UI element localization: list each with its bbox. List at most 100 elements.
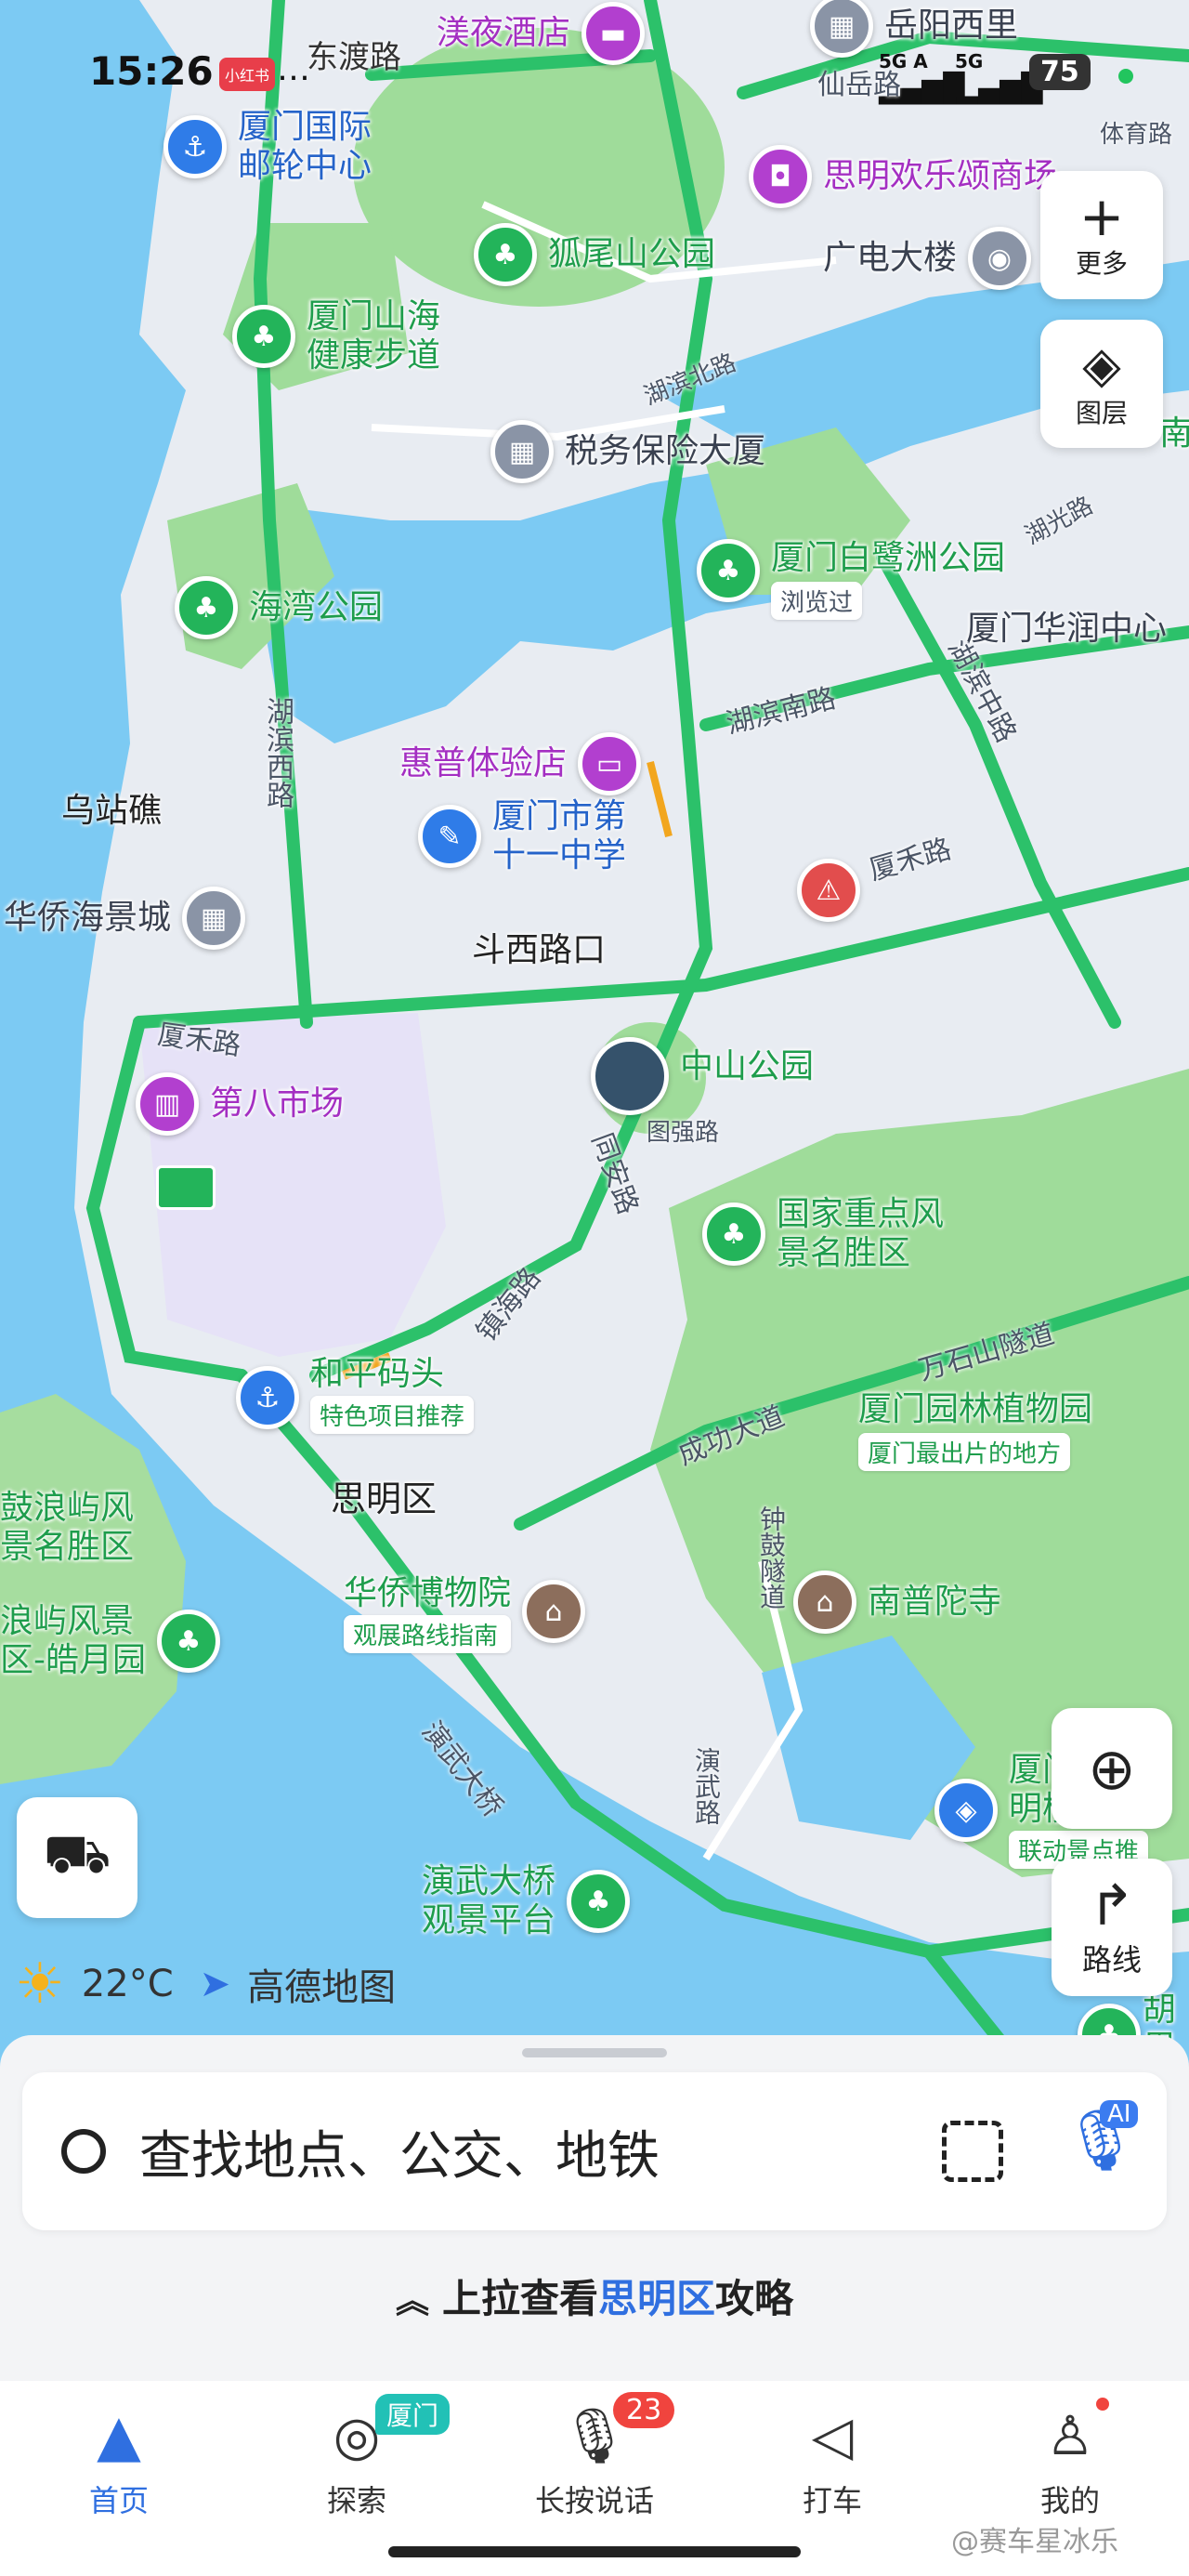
tree-icon: ♣ <box>567 1870 631 1933</box>
poi-huarun[interactable]: 厦门华润中心 <box>966 610 1167 649</box>
tree-icon: ♣ <box>474 223 537 286</box>
roadwork-icon[interactable]: ⚠ <box>797 859 860 922</box>
building-icon: ▦ <box>182 887 246 950</box>
museum-icon: ⌂ <box>522 1580 586 1643</box>
poi-school[interactable]: ✎ 厦门市第 十一中学 <box>418 797 626 875</box>
chevron-up-icon: ︽ <box>395 2282 429 2320</box>
tree-icon: ♣ <box>702 1203 765 1266</box>
temple-icon: ⌂ <box>793 1571 856 1634</box>
status-dot <box>1118 69 1133 84</box>
more-button[interactable]: + 更多 <box>1040 171 1163 299</box>
road-tiyu: 体育路 <box>1100 121 1173 149</box>
status-time: 15:26 <box>89 48 214 94</box>
building-icon: ▦ <box>490 420 554 483</box>
road-tuqiang: 图强路 <box>647 1119 720 1147</box>
watermark: @赛车星冰乐 <box>951 2526 1118 2558</box>
poi-haiwan[interactable]: ♣ 海湾公园 <box>175 576 383 639</box>
hotel-icon: ▬ <box>581 2 646 65</box>
user-icon: ♙ <box>1046 2404 1094 2467</box>
poi-shuiwu[interactable]: ▦ 税务保险大厦 <box>490 420 765 483</box>
poi-huipu[interactable]: ▭ 惠普体验店 <box>399 732 642 795</box>
poi-scenic[interactable]: ♣ 国家重点风 景名胜区 <box>702 1195 944 1273</box>
taxi-icon: ◁ <box>811 2404 854 2467</box>
layers-button[interactable]: ◈ 图层 <box>1040 320 1163 448</box>
city-badge: 厦门 <box>375 2394 451 2435</box>
app-badge: 小红书 <box>219 58 276 91</box>
amap-logo-icon: ➤ <box>199 1963 231 2005</box>
road-zhonggu: 钟鼓隧道 <box>756 1505 787 1610</box>
search-input[interactable]: 查找地点、公交、地铁 <box>139 2114 660 2189</box>
poi-heping[interactable]: ⚓ 和平码头 特色项目推荐 <box>236 1355 475 1434</box>
poi-huaqiao-hj[interactable]: ▦ 华侨海景城 <box>4 887 246 950</box>
poi-market[interactable]: ▥ 第八市场 <box>136 1072 344 1136</box>
drag-handle[interactable] <box>522 2048 667 2057</box>
sun-icon: ☀ <box>15 1952 65 2017</box>
poi-nan-edge[interactable]: 南 <box>1159 414 1189 453</box>
tower-icon: ◉ <box>968 227 1032 290</box>
crosshair-icon: ⊕ <box>1088 1734 1136 1803</box>
car-phone-button[interactable]: ⛟ <box>17 1797 137 1918</box>
road-hubin-w: 湖滨西路 <box>261 697 294 808</box>
status-more: … <box>277 50 310 88</box>
bus-stop-icon[interactable] <box>156 1165 216 1210</box>
notification-count-badge: 23 <box>613 2392 675 2428</box>
car-phone-icon: ⛟ <box>43 1822 111 1886</box>
poi-siming[interactable]: 思明区 <box>331 1479 437 1518</box>
recommend-tag: 特色项目推荐 <box>310 1396 475 1434</box>
poi-zhongshan[interactable]: 中山公园 <box>591 1037 814 1115</box>
poi-douxi[interactable]: 斗西路口 <box>472 931 606 970</box>
poi-yanwu[interactable]: ♣ 演武大桥 观景平台 <box>422 1862 631 1940</box>
poi-museum[interactable]: ⌂ 华侨博物院 观展路线指南 <box>344 1574 586 1653</box>
search-icon <box>61 2129 106 2174</box>
plus-icon: + <box>1078 185 1125 248</box>
battery-icon: 75 <box>1029 54 1091 90</box>
tree-icon: ♣ <box>157 1610 220 1673</box>
screen-icon: ▭ <box>578 732 642 795</box>
poi-yueyang[interactable]: ▦ 岳阳西里 <box>810 0 1018 58</box>
road-yanwu-rd: 演武路 <box>691 1747 722 1825</box>
poi-nanputuo[interactable]: ⌂ 南普陀寺 <box>793 1571 1001 1634</box>
guide-tag: 观展路线指南 <box>344 1615 512 1653</box>
university-icon: ◈ <box>934 1779 998 1842</box>
poi-huwei[interactable]: ♣ 狐尾山公园 <box>474 223 715 286</box>
location-pin-icon: ◎ <box>333 2404 381 2467</box>
basket-icon: ▥ <box>136 1072 199 1136</box>
anchor-icon: ⚓ <box>163 115 227 178</box>
poi-cruise[interactable]: ⚓ 厦门国际 邮轮中心 <box>163 108 372 186</box>
poi-bailuzhou[interactable]: ♣ 厦门白鹭洲公园 浏览过 <box>697 539 1005 620</box>
home-indicator <box>388 2546 801 2557</box>
locate-button[interactable]: ⊕ <box>1052 1708 1172 1829</box>
tree-icon: ♣ <box>697 539 760 602</box>
poi-haoyue[interactable]: ♣ 浪屿风景 区-皓月园 <box>0 1602 220 1680</box>
red-dot <box>1096 2398 1109 2411</box>
poi-botanical[interactable]: 厦门园林植物园 厦门最出片的地方 <box>858 1390 1092 1471</box>
weather-row: ☀ 22°C ➤ 高德地图 <box>15 1952 396 2017</box>
current-location-icon <box>591 1037 669 1115</box>
tab-home[interactable]: ▲ 首页 <box>0 2403 238 2576</box>
poi-wuzhanjiao[interactable]: 乌站礁 <box>61 792 162 831</box>
poi-shanhai[interactable]: ♣ 厦门山海 健康步道 <box>232 297 440 375</box>
photo-spot-tag: 厦门最出片的地方 <box>858 1433 1071 1471</box>
road-dongdu: 东渡路 <box>307 39 401 76</box>
pullup-hint[interactable]: ︽ 上拉查看思明区攻略 <box>0 2267 1189 2324</box>
poi-mall[interactable]: ◘ 思明欢乐颂商场 <box>749 145 1057 208</box>
scan-icon[interactable] <box>942 2121 1003 2182</box>
poi-hotel[interactable]: ▬ 渼夜酒店 <box>437 2 646 65</box>
route-button[interactable]: ↱ 路线 <box>1052 1859 1172 1996</box>
search-bar[interactable]: 查找地点、公交、地铁 🎙 AI <box>22 2072 1167 2230</box>
route-icon: ↱ <box>1088 1873 1136 1939</box>
road-xianyue: 仙岳路 <box>817 69 901 101</box>
building-icon: ▦ <box>810 0 873 58</box>
poi-guangdian[interactable]: ◉ 广电大楼 <box>823 227 1032 290</box>
anchor-icon: ⚓ <box>236 1366 299 1429</box>
brand-name: 高德地图 <box>247 1966 397 2009</box>
shopping-bag-icon: ◘ <box>749 145 812 208</box>
school-icon: ✎ <box>418 805 481 868</box>
tree-icon: ♣ <box>232 305 295 368</box>
weather-temp: 22°C <box>81 1963 174 2005</box>
navigation-arrow-icon: ▲ <box>97 2401 141 2469</box>
ai-badge: AI <box>1100 2100 1139 2128</box>
bottom-sheet[interactable]: 查找地点、公交、地铁 🎙 AI ︽ 上拉查看思明区攻略 <box>0 2035 1189 2381</box>
poi-gulangyu[interactable]: 鼓浪屿风 景名胜区 <box>0 1489 134 1567</box>
layers-icon: ◈ <box>1082 335 1121 394</box>
